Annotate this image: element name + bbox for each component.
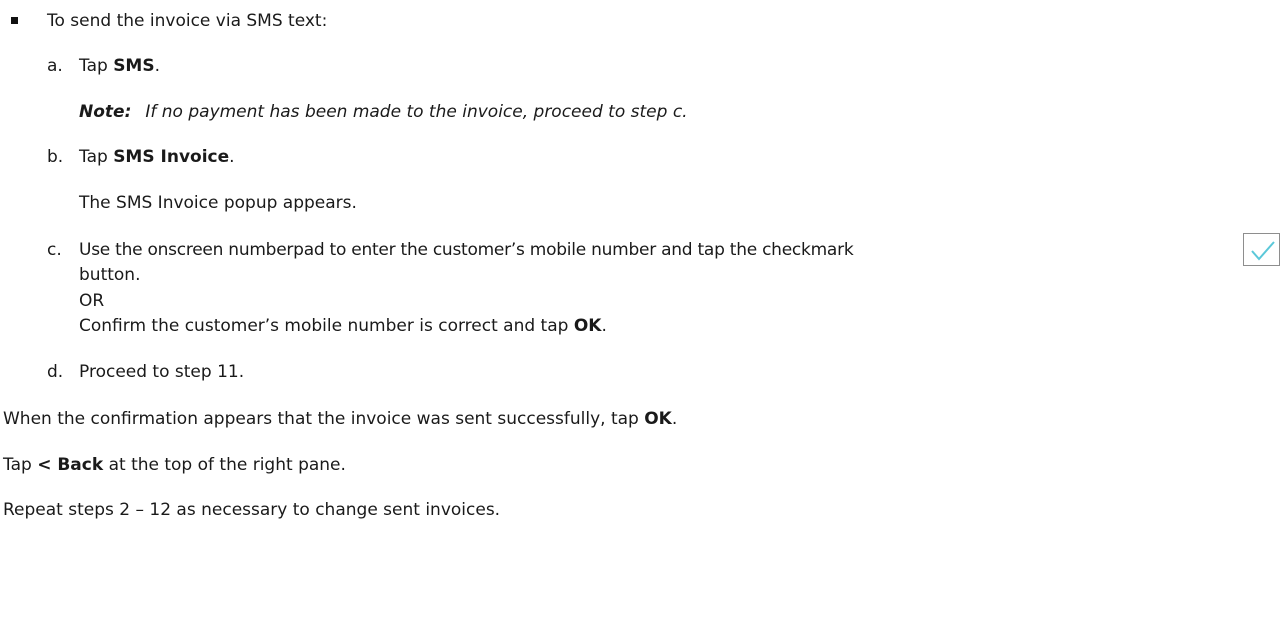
- step-c-confirm-bold: OK: [573, 316, 602, 336]
- para-confirm-bold: OK: [644, 409, 672, 429]
- para-back-post: at the top of the right pane.: [103, 455, 346, 475]
- step-d: d. Proceed to step 11.: [47, 361, 244, 383]
- step-a-bold: SMS: [113, 56, 155, 76]
- paragraph-confirmation: When the confirmation appears that the i…: [3, 408, 677, 430]
- step-b-bold: SMS Invoice: [113, 147, 230, 167]
- note: Note: If no payment has been made to the …: [79, 101, 688, 123]
- step-c-confirm-pre: Confirm the customer’s mobile number is …: [79, 316, 574, 336]
- step-c-marker: c.: [47, 240, 62, 260]
- step-c-or: OR: [79, 291, 105, 311]
- para-back-pre: Tap: [3, 455, 38, 475]
- para-confirm-post: .: [671, 409, 678, 429]
- para-confirm-pre: When the confirmation appears that the i…: [3, 409, 645, 429]
- step-b-result: The SMS Invoice popup appears.: [79, 193, 357, 213]
- note-text: If no payment has been made to the invoi…: [145, 102, 688, 122]
- step-c: c. Use the onscreen numberpad to enter th…: [47, 239, 854, 261]
- para-back-bold: < Back: [37, 455, 104, 475]
- bullet-marker: [11, 17, 18, 24]
- step-c-line1: Use the onscreen numberpad to enter the …: [79, 240, 854, 260]
- step-c-confirm-post: .: [601, 316, 607, 336]
- step-c-confirm: Confirm the customer’s mobile number is …: [79, 315, 607, 337]
- step-b-marker: b.: [47, 147, 64, 167]
- step-d-marker: d.: [47, 362, 64, 382]
- note-label: Note:: [79, 102, 132, 122]
- checkmark-icon: [1243, 233, 1280, 266]
- paragraph-back: Tap < Back at the top of the right pane.: [3, 454, 346, 476]
- paragraph-repeat: Repeat steps 2 – 12 as necessary to chan…: [3, 500, 501, 520]
- step-c-line2: button.: [79, 265, 141, 285]
- step-a-marker: a.: [47, 56, 63, 76]
- step-b: b. Tap SMS Invoice.: [47, 146, 235, 168]
- step-d-text: Proceed to step 11.: [79, 362, 245, 382]
- intro-text: To send the invoice via SMS text:: [47, 11, 328, 31]
- step-a-pre: Tap: [79, 56, 114, 76]
- step-b-pre: Tap: [79, 147, 114, 167]
- step-a: a. Tap SMS.: [47, 55, 160, 77]
- step-a-post: .: [154, 56, 160, 76]
- step-b-post: .: [229, 147, 235, 167]
